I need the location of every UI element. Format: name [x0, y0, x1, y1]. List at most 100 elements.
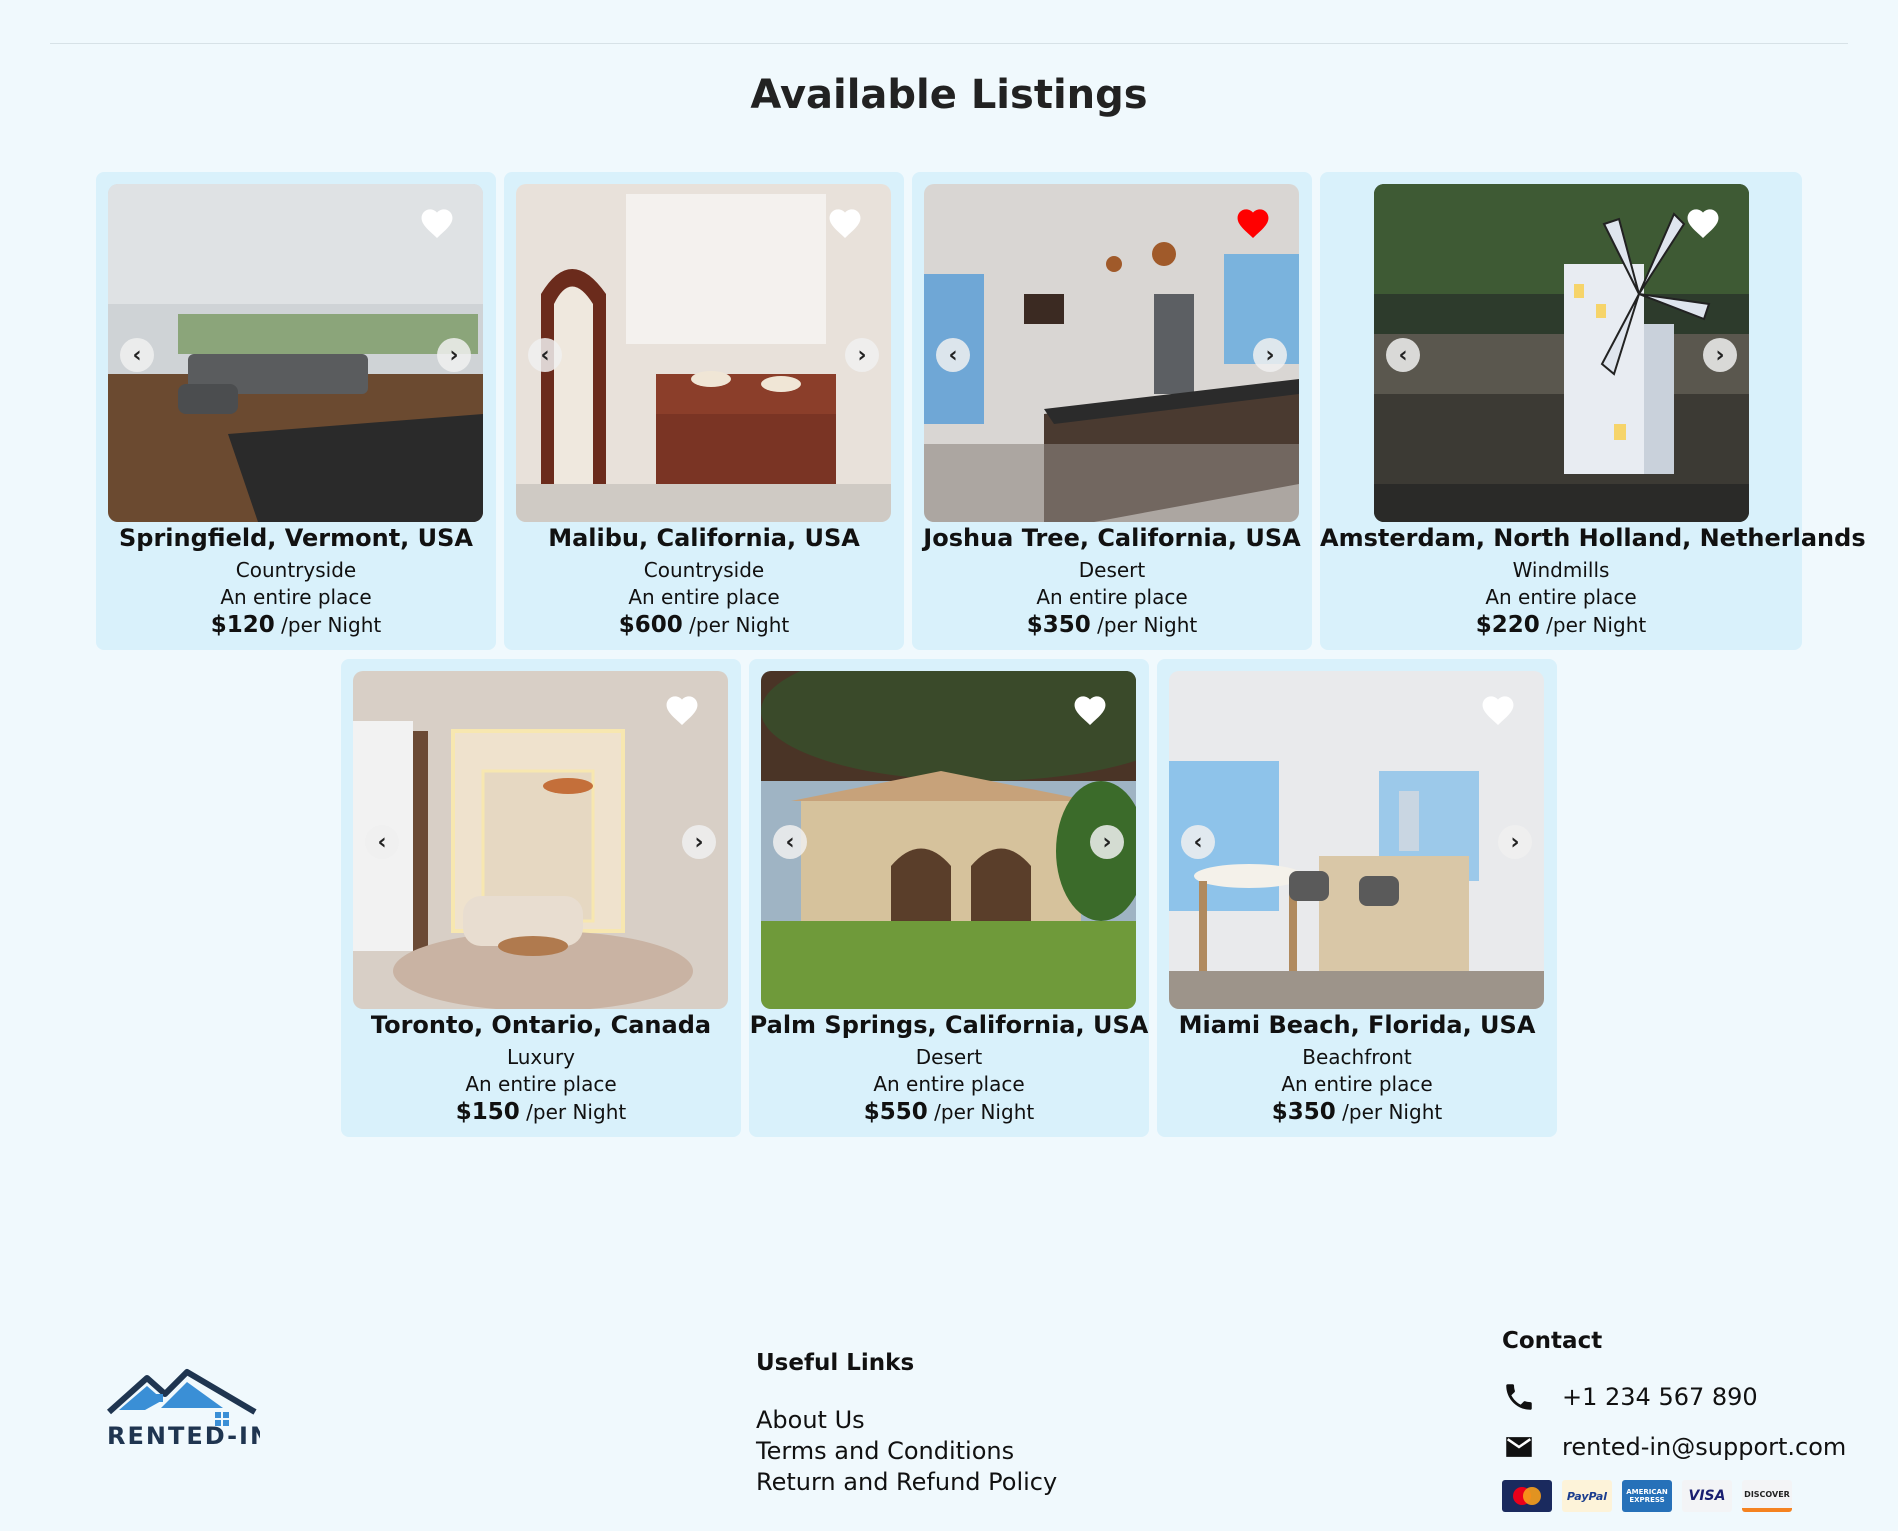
- chevron-left-icon: ‹: [1193, 829, 1203, 855]
- chevron-right-icon: ›: [694, 829, 704, 855]
- next-photo-button[interactable]: ›: [437, 338, 471, 372]
- previous-photo-button[interactable]: ‹: [773, 825, 807, 859]
- previous-photo-button[interactable]: ‹: [936, 338, 970, 372]
- previous-photo-button[interactable]: ‹: [1181, 825, 1215, 859]
- paypal-icon: PayPal: [1562, 1480, 1612, 1512]
- chevron-right-icon: ›: [449, 342, 459, 368]
- chevron-left-icon: ‹: [540, 342, 550, 368]
- favorite-heart-icon[interactable]: [1072, 693, 1108, 727]
- price-amount: $220: [1475, 612, 1540, 638]
- favorite-heart-icon[interactable]: [664, 693, 700, 727]
- previous-photo-button[interactable]: ‹: [1386, 338, 1420, 372]
- page-title: Available Listings: [750, 72, 1148, 118]
- favorite-heart-icon[interactable]: [1480, 693, 1516, 727]
- next-photo-button[interactable]: ›: [682, 825, 716, 859]
- listing-type: Desert: [915, 1045, 983, 1069]
- listing-place: An entire place: [1281, 1072, 1433, 1096]
- price-amount: $350: [1271, 1099, 1336, 1125]
- listing-card[interactable]: ‹ › Springfield, Vermont, USA Countrysid…: [96, 172, 496, 650]
- rented-in-logo[interactable]: RENTED-IN: [105, 1360, 260, 1448]
- about-us-link[interactable]: About Us: [756, 1406, 865, 1434]
- next-photo-button[interactable]: ›: [1253, 338, 1287, 372]
- listing-city: Amsterdam, North Holland, Netherlands: [1320, 524, 1866, 552]
- contact-email[interactable]: rented-in@support.com: [1502, 1430, 1846, 1464]
- listing-type: Windmills: [1512, 558, 1610, 582]
- listing-photo[interactable]: ‹ ›: [353, 671, 728, 1009]
- payment-methods: PayPal AMERICAN EXPRESS VISA DISCOVER: [1502, 1480, 1792, 1512]
- terms-link[interactable]: Terms and Conditions: [756, 1437, 1014, 1465]
- previous-photo-button[interactable]: ‹: [120, 338, 154, 372]
- listing-card[interactable]: ‹ › Palm Springs, California, USA Desert…: [749, 659, 1149, 1137]
- price-unit: /per Night: [689, 613, 790, 637]
- favorite-heart-icon[interactable]: [1235, 206, 1271, 240]
- price-unit: /per Night: [281, 613, 382, 637]
- phone-number: +1 234 567 890: [1562, 1383, 1758, 1411]
- listing-card[interactable]: ‹ › Miami Beach, Florida, USA Beachfront…: [1157, 659, 1557, 1137]
- favorite-heart-icon[interactable]: [419, 206, 455, 240]
- listing-price: $350 /per Night: [912, 612, 1312, 638]
- listing-card[interactable]: ‹ › Joshua Tree, California, USA Desert …: [912, 172, 1312, 650]
- listing-city: Miami Beach, Florida, USA: [1178, 1011, 1536, 1039]
- listing-city: Joshua Tree, California, USA: [923, 524, 1301, 552]
- listing-card[interactable]: ‹ › Malibu, California, USA Countryside …: [504, 172, 904, 650]
- listing-photo[interactable]: ‹ ›: [761, 671, 1136, 1009]
- price-unit: /per Night: [1342, 1100, 1443, 1124]
- useful-links-title: Useful Links: [756, 1350, 915, 1376]
- listing-photo[interactable]: ‹ ›: [108, 184, 483, 522]
- price-amount: $120: [210, 612, 275, 638]
- refund-policy-link[interactable]: Return and Refund Policy: [756, 1468, 1057, 1496]
- price-amount: $150: [455, 1099, 520, 1125]
- chevron-left-icon: ‹: [948, 342, 958, 368]
- listing-place: An entire place: [1485, 585, 1637, 609]
- listing-type: Beachfront: [1302, 1045, 1412, 1069]
- listing-photo[interactable]: ‹ ›: [1169, 671, 1544, 1009]
- chevron-right-icon: ›: [1715, 342, 1725, 368]
- previous-photo-button[interactable]: ‹: [365, 825, 399, 859]
- price-amount: $600: [618, 612, 683, 638]
- mail-icon: [1506, 1437, 1532, 1457]
- next-photo-button[interactable]: ›: [845, 338, 879, 372]
- listing-place: An entire place: [220, 585, 372, 609]
- listing-photo[interactable]: ‹ ›: [1374, 184, 1749, 522]
- listing-card[interactable]: ‹ › Amsterdam, North Holland, Netherland…: [1320, 172, 1866, 650]
- listing-price: $220 /per Night: [1320, 612, 1802, 638]
- listing-place: An entire place: [628, 585, 780, 609]
- listing-city: Malibu, California, USA: [548, 524, 860, 552]
- listing-card[interactable]: ‹ › Toronto, Ontario, Canada Luxury An e…: [341, 659, 741, 1137]
- next-photo-button[interactable]: ›: [1090, 825, 1124, 859]
- top-divider: [50, 43, 1848, 44]
- price-unit: /per Night: [1097, 613, 1198, 637]
- next-photo-button[interactable]: ›: [1498, 825, 1532, 859]
- listing-price: $600 /per Night: [504, 612, 904, 638]
- favorite-heart-icon[interactable]: [1685, 206, 1721, 240]
- listing-type: Countryside: [235, 558, 357, 582]
- listing-type: Countryside: [643, 558, 765, 582]
- mastercard-icon: [1502, 1480, 1552, 1512]
- price-amount: $350: [1026, 612, 1091, 638]
- listing-photo[interactable]: ‹ ›: [924, 184, 1299, 522]
- price-unit: /per Night: [526, 1100, 627, 1124]
- chevron-right-icon: ›: [1265, 342, 1275, 368]
- favorite-heart-icon[interactable]: [827, 206, 863, 240]
- listing-place: An entire place: [873, 1072, 1025, 1096]
- visa-icon: VISA: [1682, 1480, 1732, 1512]
- listing-price: $150 /per Night: [341, 1099, 741, 1125]
- amex-icon: AMERICAN EXPRESS: [1622, 1480, 1672, 1512]
- price-unit: /per Night: [1546, 613, 1647, 637]
- listing-place: An entire place: [1036, 585, 1188, 609]
- logo-text: RENTED-IN: [107, 1422, 260, 1448]
- next-photo-button[interactable]: ›: [1703, 338, 1737, 372]
- listing-place: An entire place: [465, 1072, 617, 1096]
- chevron-left-icon: ‹: [785, 829, 795, 855]
- listing-city: Palm Springs, California, USA: [749, 1011, 1149, 1039]
- contact-phone[interactable]: +1 234 567 890: [1502, 1380, 1758, 1414]
- listing-photo[interactable]: ‹ ›: [516, 184, 891, 522]
- chevron-right-icon: ›: [857, 342, 867, 368]
- discover-icon: DISCOVER: [1742, 1480, 1792, 1512]
- chevron-right-icon: ›: [1510, 829, 1520, 855]
- listing-price: $350 /per Night: [1157, 1099, 1557, 1125]
- chevron-left-icon: ‹: [1398, 342, 1408, 368]
- listing-city: Toronto, Ontario, Canada: [370, 1011, 712, 1039]
- previous-photo-button[interactable]: ‹: [528, 338, 562, 372]
- chevron-right-icon: ›: [1102, 829, 1112, 855]
